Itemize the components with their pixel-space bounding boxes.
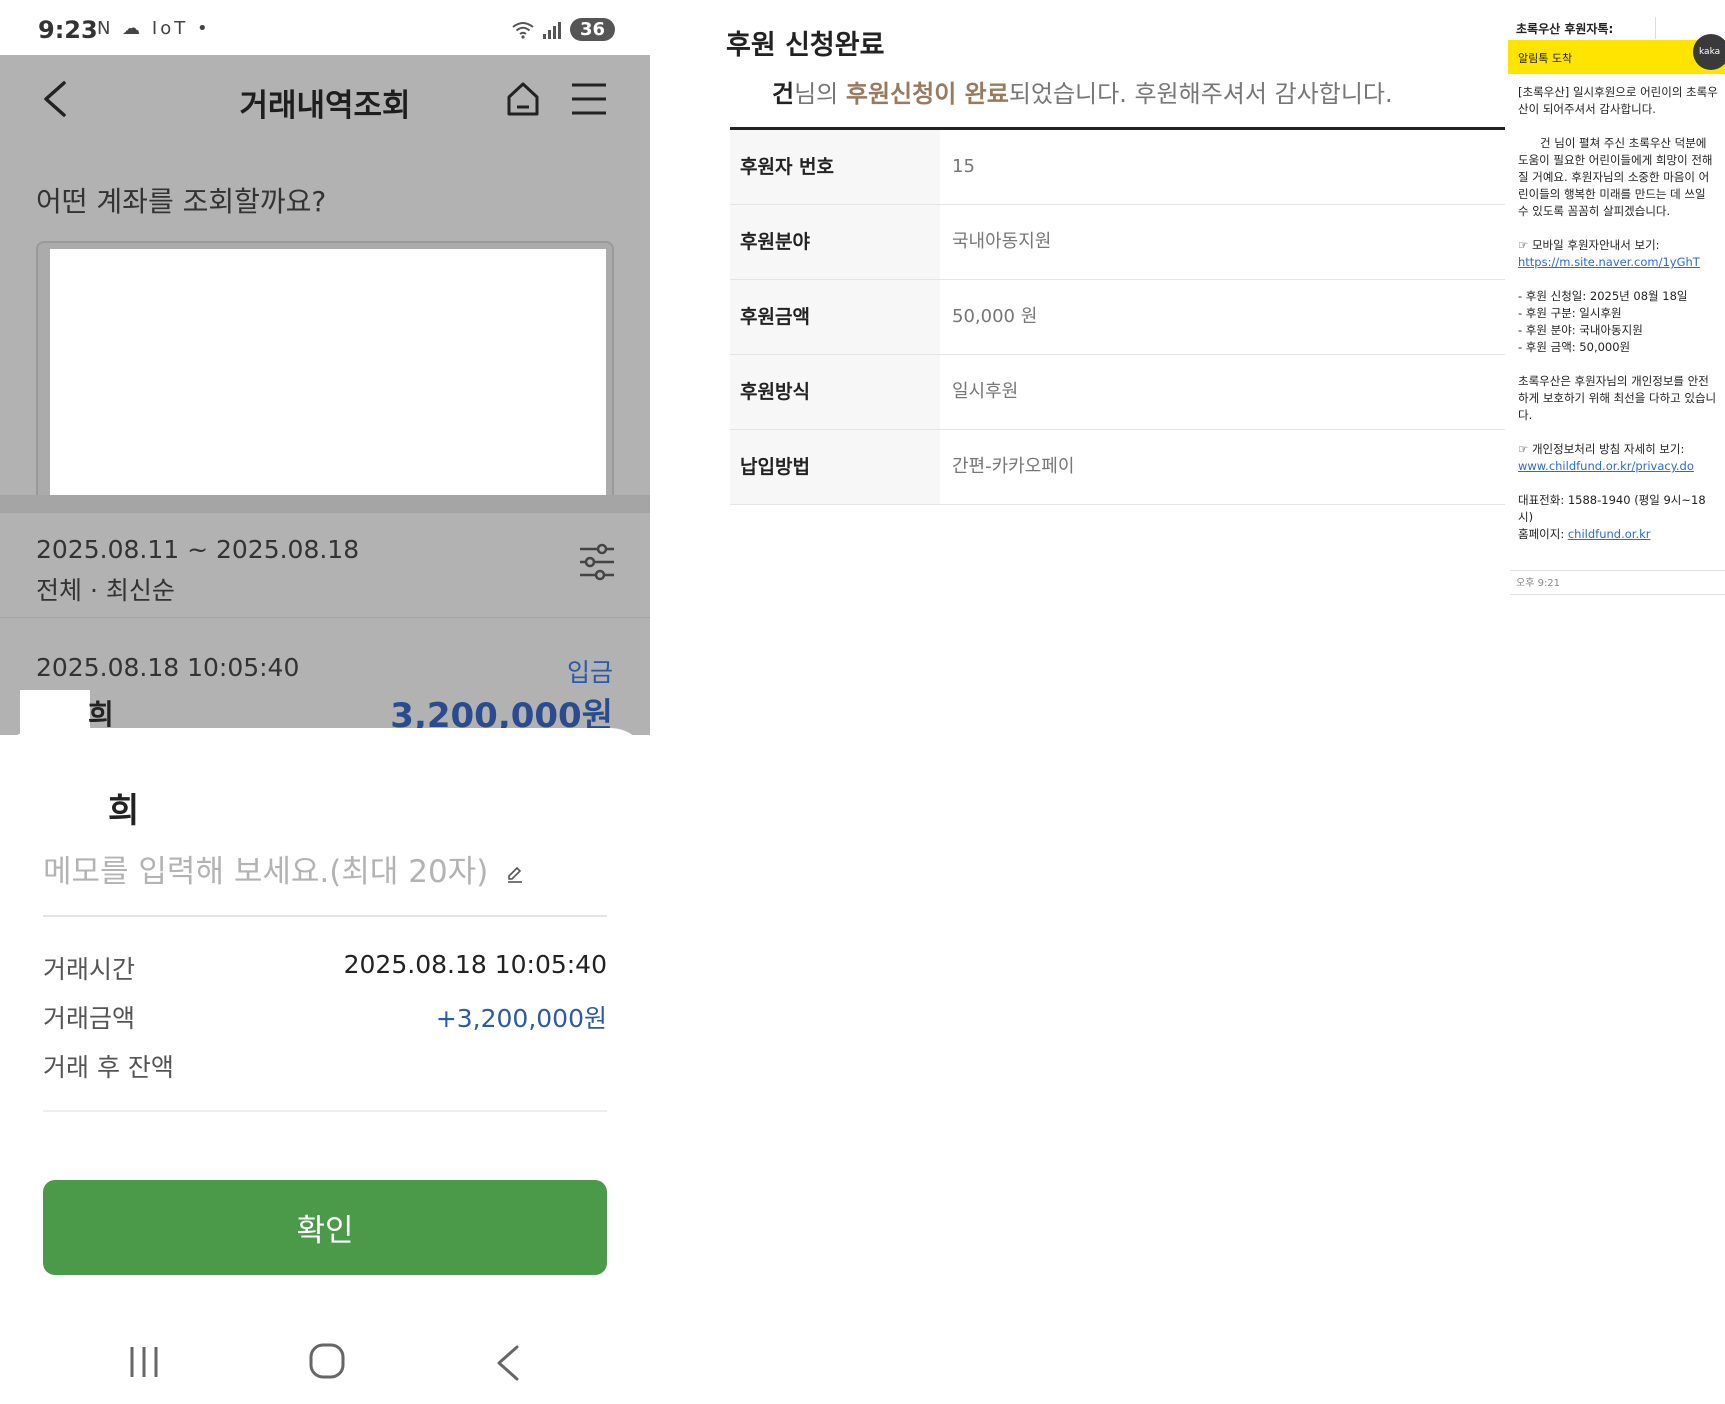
banner-label: 알림톡 도착 — [1518, 52, 1573, 65]
row-label: 후원방식 — [730, 355, 940, 429]
row-value: 50,000 원 — [952, 306, 1038, 327]
detail-row-balance: 거래 후 잔액 — [43, 1048, 607, 1088]
row-label: 납입방법 — [730, 430, 940, 504]
message-intro: [초록우산] 일시후원으로 어린이의 초록우산이 되어주셔서 감사합니다. — [1518, 85, 1718, 116]
homepage-link[interactable]: childfund.or.kr — [1568, 527, 1651, 541]
transaction-type: 입금 — [566, 658, 613, 687]
status-time: 9:23 — [38, 16, 98, 44]
status-bar: 9:23 N ☁ IoT • 36 — [0, 0, 650, 55]
row-label: 후원자 번호 — [730, 130, 940, 204]
alimtalk-banner: 알림톡 도착 — [1508, 40, 1725, 74]
table-row: 후원분야 국내아동지원 — [730, 205, 1505, 280]
account-selector-content — [50, 249, 606, 507]
message-highlight: 후원신청이 완료 — [845, 80, 1009, 108]
nav-home-icon[interactable] — [307, 1341, 347, 1381]
memo-underline — [43, 915, 607, 917]
account-selector[interactable] — [36, 241, 614, 513]
status-icons-right: 36 — [512, 18, 615, 41]
divider — [1510, 594, 1725, 595]
message-part2: 되었습니다. 후원해주셔서 감사합니다. — [1008, 80, 1393, 108]
edit-icon[interactable] — [506, 865, 524, 883]
transaction-row[interactable]: 2025.08.18 10:05:40 입금 희 3,200,000원 — [0, 618, 650, 740]
page-title: 거래내역조회 — [239, 88, 411, 124]
privacy-link[interactable]: www.childfund.or.kr/privacy.do — [1518, 459, 1694, 473]
contact-phone: 대표전화: 1588-1940 (평일 9시~18시) — [1518, 493, 1706, 524]
signal-icon — [542, 21, 561, 39]
bank-app-screen: 9:23 N ☁ IoT • 36 거래내역조회 어떤 계좌를 조회할까요? 2… — [0, 0, 650, 1404]
table-row: 납입방법 간편-카카오페이 — [730, 430, 1505, 505]
filter-date-range: 2025.08.11 ~ 2025.08.18 — [36, 535, 360, 564]
homepage-label: 홈페이지: — [1518, 527, 1568, 541]
mobile-guide-label: ☞ 모바일 후원자안내서 보기: — [1518, 238, 1660, 252]
detail-field: - 후원 분야: 국내아동지원 — [1518, 323, 1643, 337]
battery-indicator: 36 — [569, 18, 615, 41]
detail-date: - 후원 신청일: 2025년 08월 18일 — [1518, 289, 1688, 303]
detail-row-time: 거래시간 2025.08.18 10:05:40 — [43, 950, 607, 990]
donor-name: 건 — [772, 80, 795, 108]
filter-icon[interactable] — [578, 543, 616, 581]
nav-back-icon[interactable] — [493, 1343, 523, 1383]
donation-confirmation: 후원 신청완료 건님의 후원신청이 완료되었습니다. 후원해주셔서 감사합니다.… — [720, 0, 1505, 560]
detail-underline — [43, 1110, 607, 1112]
home-icon[interactable] — [505, 79, 541, 119]
row-value: 간편-카카오페이 — [952, 456, 1075, 477]
filter-row[interactable]: 2025.08.11 ~ 2025.08.18 전체 · 최신순 — [0, 513, 650, 618]
table-row: 후원방식 일시후원 — [730, 355, 1505, 430]
message-body: [초록우산] 일시후원으로 어린이의 초록우산이 되어주셔서 감사합니다. 건 … — [1518, 84, 1718, 543]
row-value: 15 — [952, 156, 975, 177]
donation-title: 후원 신청완료 — [726, 30, 885, 61]
transaction-name: 희 — [88, 698, 114, 731]
transaction-time: 2025.08.18 10:05:40 — [36, 653, 300, 682]
detail-label: 거래금액 — [43, 1004, 136, 1033]
row-value: 일시후원 — [952, 381, 1019, 402]
message-part1: 님의 — [794, 80, 846, 108]
menu-icon[interactable] — [570, 81, 608, 117]
memo-placeholder: 메모를 입력해 보세요.(최대 20자) — [43, 854, 489, 890]
row-label: 후원분야 — [730, 205, 940, 279]
system-nav-bar — [0, 1323, 650, 1403]
donation-info-table: 후원자 번호 15 후원분야 국내아동지원 후원금액 50,000 원 후원방식… — [730, 130, 1505, 505]
message-main: 건 님이 펼쳐 주신 초록우산 덕분에 도움이 필요한 어린이들에게 희망이 전… — [1518, 136, 1713, 218]
detail-label: 거래 후 잔액 — [43, 1053, 174, 1082]
detail-label: 거래시간 — [43, 955, 136, 984]
header-divider — [1655, 17, 1656, 39]
transaction-list-background: 거래내역조회 어떤 계좌를 조회할까요? 2025.08.11 ~ 2025.0… — [0, 55, 650, 740]
row-label: 후원금액 — [730, 280, 940, 354]
app-header: 거래내역조회 — [0, 55, 650, 145]
filter-sort: 전체 · 최신순 — [36, 576, 175, 605]
detail-value: +3,200,000원 — [435, 1004, 607, 1033]
notification-icons: N ☁ IoT • — [97, 18, 211, 39]
kakao-alimtalk-panel: 초록우산 후원자톡: 알림톡 도착 kaka [초록우산] 일시후원으로 어린이… — [1508, 0, 1725, 600]
memo-input[interactable]: 메모를 입력해 보세요.(최대 20자) — [43, 846, 607, 890]
kakao-badge: kaka — [1693, 34, 1725, 70]
privacy-text: 초록우산은 후원자님의 개인정보를 안전하게 보호하기 위해 최선을 다하고 있… — [1518, 374, 1717, 422]
divider — [1510, 570, 1725, 571]
detail-value: 2025.08.18 10:05:40 — [343, 950, 607, 979]
detail-amount: - 후원 금액: 50,000원 — [1518, 340, 1631, 354]
section-divider — [0, 495, 650, 513]
table-row: 후원자 번호 15 — [730, 130, 1505, 205]
recent-apps-icon[interactable] — [126, 1343, 162, 1381]
wifi-icon — [512, 21, 534, 39]
detail-type: - 후원 구분: 일시후원 — [1518, 306, 1622, 320]
table-row: 후원금액 50,000 원 — [730, 280, 1505, 355]
chat-header: 초록우산 후원자톡: — [1516, 22, 1614, 36]
detail-row-amount: 거래금액 +3,200,000원 — [43, 999, 607, 1039]
donation-message: 건님의 후원신청이 완료되었습니다. 후원해주셔서 감사합니다. — [772, 74, 1393, 109]
message-time: 오후 9:21 — [1516, 578, 1561, 589]
privacy-label: ☞ 개인정보처리 방침 자세히 보기: — [1518, 442, 1685, 456]
transaction-detail-sheet: 희 메모를 입력해 보세요.(최대 20자) 거래시간 2025.08.18 1… — [0, 728, 650, 1404]
sheet-name: 희 — [108, 791, 140, 831]
confirm-button[interactable]: 확인 — [43, 1180, 607, 1275]
mobile-guide-link[interactable]: https://m.site.naver.com/1yGhT — [1518, 255, 1700, 269]
row-value: 국내아동지원 — [952, 231, 1052, 252]
account-question: 어떤 계좌를 조회할까요? — [36, 185, 327, 218]
